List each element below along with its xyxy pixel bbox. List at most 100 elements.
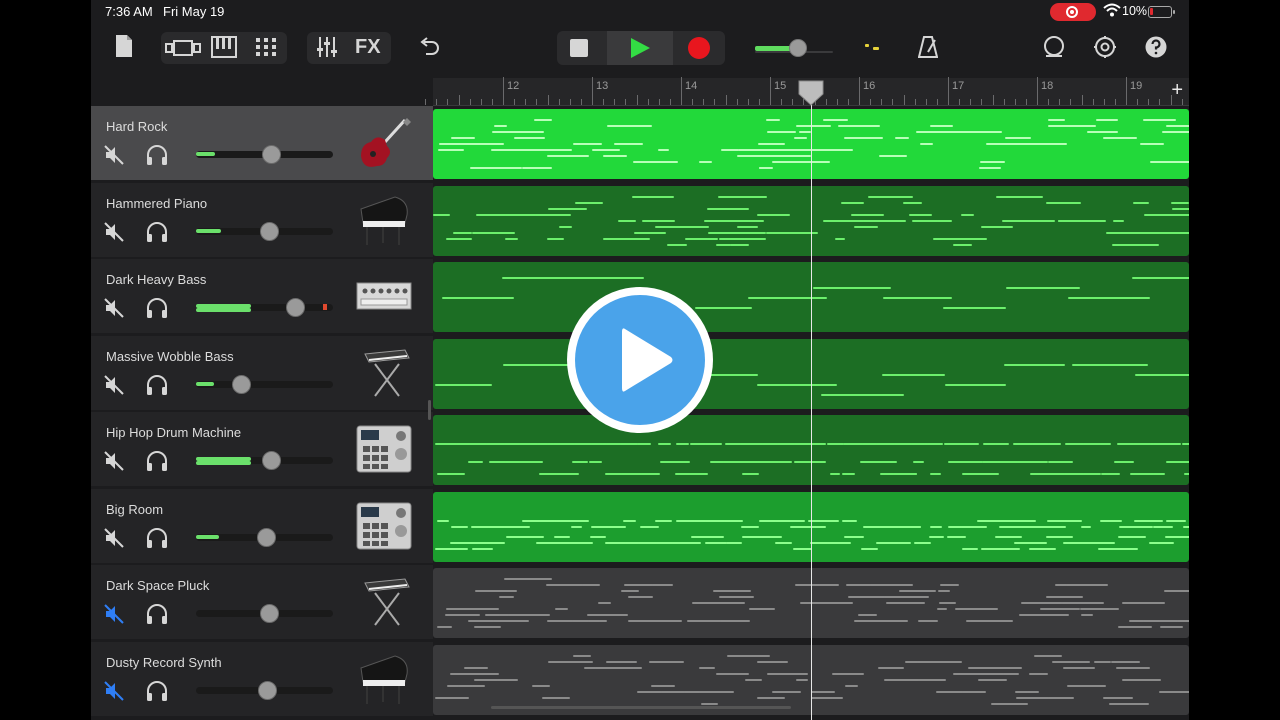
ruler-bar-tick xyxy=(770,77,771,105)
track-volume-knob[interactable] xyxy=(232,374,251,394)
headphones-icon[interactable] xyxy=(145,450,169,472)
keyboard-stand-icon[interactable] xyxy=(355,575,413,631)
mute-icon[interactable] xyxy=(103,450,125,472)
midi-note xyxy=(1067,684,1107,687)
track-volume-knob[interactable] xyxy=(257,527,276,547)
toolbar: FX xyxy=(91,24,1189,72)
headphones-icon[interactable] xyxy=(145,603,169,625)
midi-note xyxy=(964,443,978,445)
stop-icon[interactable] xyxy=(569,38,589,58)
headphones-icon[interactable] xyxy=(145,680,169,702)
midi-note xyxy=(960,525,975,528)
midi-note xyxy=(589,535,606,538)
track-volume-slider[interactable] xyxy=(196,298,333,317)
play-icon[interactable] xyxy=(629,37,651,59)
track-volume-knob[interactable] xyxy=(262,451,281,470)
playhead-handle[interactable] xyxy=(798,80,824,106)
tracks-view-icon[interactable] xyxy=(165,37,201,59)
headphones-icon[interactable] xyxy=(145,221,169,243)
track-volume-knob[interactable] xyxy=(260,604,279,623)
keyboard-stand-icon[interactable] xyxy=(355,346,413,402)
document-icon[interactable] xyxy=(115,34,133,58)
track-volume-slider[interactable] xyxy=(196,145,333,164)
undo-icon[interactable] xyxy=(418,36,440,58)
fx-button[interactable]: FX xyxy=(355,36,381,59)
video-play-overlay-fill xyxy=(575,295,705,425)
midi-note xyxy=(1045,535,1074,538)
midi-note xyxy=(627,620,683,622)
drum-machine-icon[interactable] xyxy=(355,422,413,478)
track-volume-knob[interactable] xyxy=(262,145,281,164)
track-header[interactable]: Dusty Record Synth xyxy=(91,641,433,716)
midi-note xyxy=(860,461,898,463)
grand-piano-icon[interactable] xyxy=(355,652,413,708)
track-volume-knob[interactable] xyxy=(260,221,279,241)
electric-guitar-icon[interactable] xyxy=(355,116,413,172)
midi-note xyxy=(713,590,752,592)
midi-note xyxy=(446,237,472,240)
drum-machine-icon[interactable] xyxy=(355,499,413,555)
ruler-subtick xyxy=(1081,95,1083,105)
midi-note xyxy=(438,149,465,151)
ruler-subtick xyxy=(970,99,972,105)
midi-note xyxy=(823,119,848,121)
mute-icon[interactable] xyxy=(103,680,125,702)
midi-note xyxy=(1184,473,1189,475)
record-icon[interactable] xyxy=(688,37,710,59)
mute-icon[interactable] xyxy=(103,374,125,396)
track-header[interactable]: Big Room xyxy=(91,488,433,563)
help-icon[interactable] xyxy=(1145,36,1167,58)
track-header[interactable]: Dark Heavy Bass xyxy=(91,259,433,333)
headphones-icon[interactable] xyxy=(145,527,169,549)
mute-icon[interactable] xyxy=(103,297,125,319)
midi-note xyxy=(1132,535,1147,538)
headphones-icon[interactable] xyxy=(145,374,169,396)
horizontal-scrollbar[interactable] xyxy=(491,706,791,709)
mute-icon[interactable] xyxy=(103,527,125,549)
video-play-overlay[interactable] xyxy=(567,287,713,433)
track-volume-slider[interactable] xyxy=(196,451,333,470)
track-volume-slider[interactable] xyxy=(196,527,333,547)
track-name: Massive Wobble Bass xyxy=(106,348,234,364)
mixer-icon[interactable] xyxy=(317,35,337,59)
track-volume-knob[interactable] xyxy=(258,680,277,700)
midi-note xyxy=(794,137,808,139)
midi-note xyxy=(824,519,840,522)
midi-note xyxy=(450,541,490,544)
midi-note xyxy=(1100,443,1112,445)
midi-note xyxy=(1063,666,1096,669)
synth-module-icon[interactable] xyxy=(355,269,413,325)
midi-note xyxy=(902,201,922,204)
ruler-subtick xyxy=(469,99,471,105)
headphones-icon[interactable] xyxy=(145,144,169,166)
screen-recording-icon[interactable] xyxy=(1050,3,1096,21)
master-volume-slider[interactable] xyxy=(755,38,835,58)
track-header[interactable]: Hip Hop Drum Machine xyxy=(91,412,433,486)
loop-icon[interactable] xyxy=(1042,35,1066,59)
track-volume-slider[interactable] xyxy=(196,604,333,623)
track-header[interactable]: Massive Wobble Bass xyxy=(91,335,433,410)
midi-note xyxy=(1083,473,1102,475)
mute-icon[interactable] xyxy=(103,603,125,625)
track-header-resize-handle[interactable] xyxy=(428,400,431,420)
track-header[interactable]: Hard Rock xyxy=(91,106,433,180)
track-header[interactable]: Dark Space Pluck xyxy=(91,565,433,639)
track-volume-slider[interactable] xyxy=(196,680,333,700)
settings-icon[interactable] xyxy=(1093,35,1117,59)
midi-note xyxy=(834,237,846,240)
midi-note xyxy=(684,237,709,240)
track-header[interactable]: Hammered Piano xyxy=(91,182,433,257)
piano-keys-icon[interactable] xyxy=(211,36,237,58)
midi-note xyxy=(594,666,635,669)
grand-piano-icon[interactable] xyxy=(355,193,413,249)
mute-icon[interactable] xyxy=(103,221,125,243)
midi-note xyxy=(757,383,838,386)
metronome-icon[interactable] xyxy=(918,36,938,58)
track-volume-slider[interactable] xyxy=(196,221,333,241)
headphones-icon[interactable] xyxy=(145,297,169,319)
track-volume-knob[interactable] xyxy=(286,298,305,317)
track-volume-slider[interactable] xyxy=(196,374,333,394)
grid-icon[interactable] xyxy=(255,37,277,57)
mute-icon[interactable] xyxy=(103,144,125,166)
master-volume-knob[interactable] xyxy=(789,39,807,57)
